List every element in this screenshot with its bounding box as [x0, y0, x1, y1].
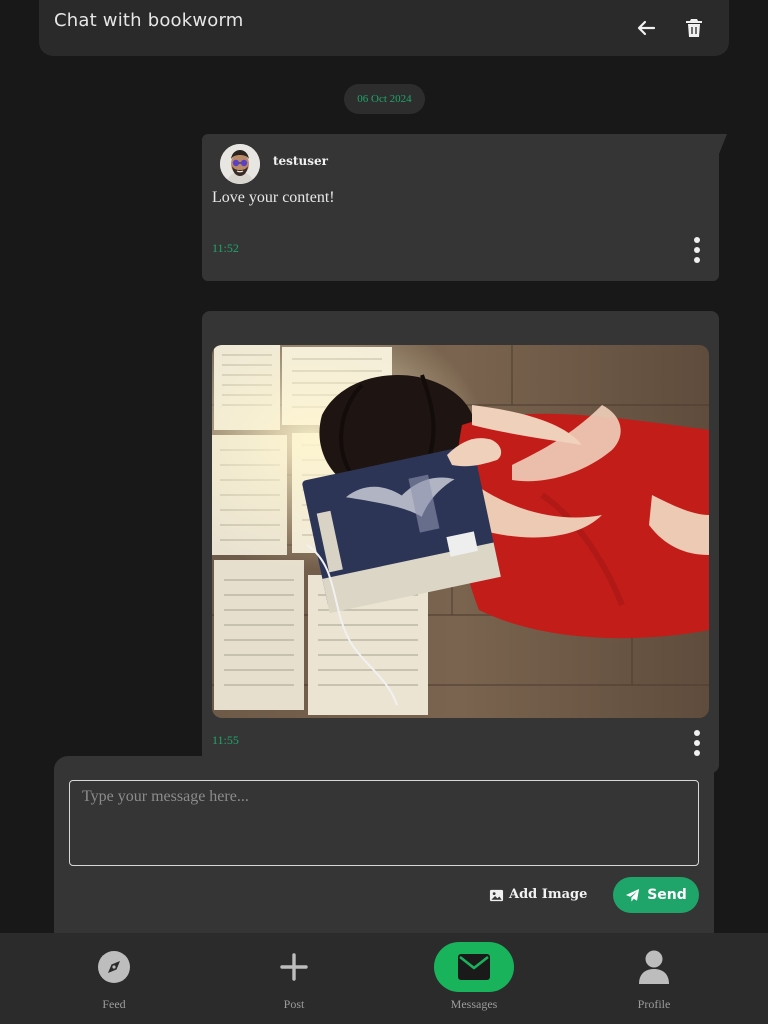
add-image-button[interactable]: Add Image: [489, 884, 587, 904]
user-icon: [634, 947, 674, 987]
bubble-tail: [719, 134, 727, 154]
trash-icon: [686, 19, 702, 37]
more-vertical-icon: [694, 730, 700, 736]
sender-name: testuser: [273, 154, 328, 168]
back-button[interactable]: [634, 16, 658, 40]
message-composer: Add Image Send: [54, 756, 714, 946]
nav-item-messages[interactable]: Messages: [414, 933, 534, 1024]
message-time: 11:55: [212, 733, 239, 747]
nav-label-post: Post: [283, 997, 305, 1011]
message-image[interactable]: [212, 345, 709, 718]
nav-item-feed[interactable]: Feed: [54, 933, 174, 1024]
message-options-button[interactable]: [689, 729, 705, 757]
send-button[interactable]: Send: [613, 877, 699, 913]
envelope-icon: [434, 942, 514, 992]
message-photo: [212, 345, 709, 718]
compass-icon: [94, 947, 134, 987]
avatar[interactable]: [220, 144, 260, 184]
chat-header: Chat with bookworm: [39, 0, 729, 56]
paper-plane-icon: [626, 888, 640, 902]
chat-page: Chat with bookworm 06 Oct 2024 testuser …: [0, 0, 768, 1024]
message-options-button[interactable]: [689, 236, 705, 264]
message-text: Love your content!: [212, 189, 335, 206]
nav-label-messages: Messages: [450, 997, 498, 1011]
add-image-label: Add Image: [509, 886, 588, 902]
user-avatar-image: [220, 144, 260, 184]
bottom-nav: Feed Post Messages Profile: [0, 933, 768, 1024]
nav-item-profile[interactable]: Profile: [594, 933, 714, 1024]
image-icon: [489, 889, 504, 902]
plus-icon: [274, 947, 314, 987]
arrow-left-icon: [637, 20, 656, 36]
message-input[interactable]: [69, 780, 699, 866]
nav-label-feed: Feed: [102, 997, 126, 1011]
send-label: Send: [647, 887, 687, 903]
delete-chat-button[interactable]: [682, 16, 706, 40]
message-time: 11:52: [212, 241, 239, 255]
message-bubble: 11:55: [202, 311, 719, 773]
more-vertical-icon: [694, 237, 700, 243]
message-bubble: testuser Love your content! 11:52: [202, 134, 727, 281]
nav-label-profile: Profile: [637, 997, 671, 1011]
date-separator: 06 Oct 2024: [344, 84, 425, 114]
nav-item-post[interactable]: Post: [234, 933, 354, 1024]
page-title: Chat with bookworm: [54, 10, 244, 31]
